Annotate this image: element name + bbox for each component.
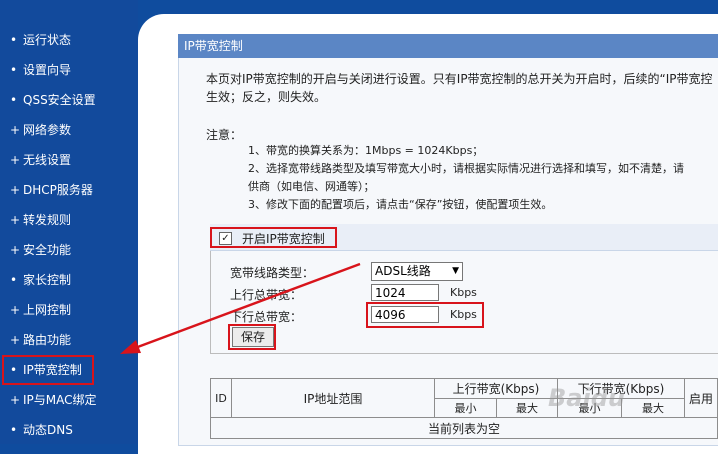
watermark: Baidu (548, 384, 625, 412)
annotation-arrow-icon (120, 262, 361, 354)
